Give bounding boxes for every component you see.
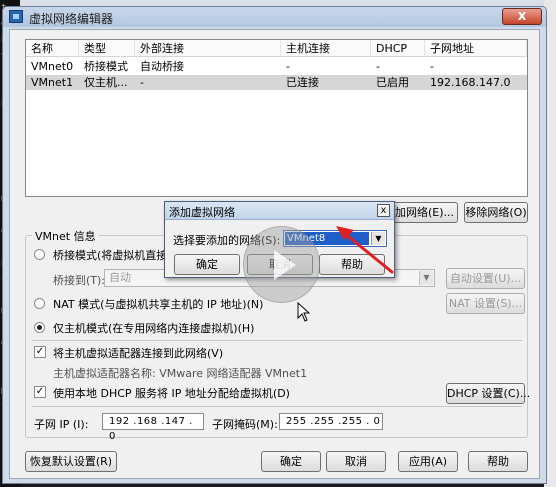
add-network-title: 添加虚拟网络 [169, 206, 235, 219]
cell-subnet: - [430, 60, 434, 73]
bridged-to-value: 自动 [109, 271, 131, 284]
annotation-arrow-icon [336, 226, 394, 274]
window-title: 虚拟网络编辑器 [29, 12, 114, 26]
table-row-selected[interactable]: VMnet1 仅主机... - 已连接 已启用 192.168.147.0 [26, 75, 527, 90]
bridged-mode-radio[interactable] [34, 249, 45, 260]
adapter-name-label: 主机虚拟适配器名称: VMware 网络适配器 VMnet1 [53, 367, 308, 380]
subnet-mask-field[interactable]: 255 .255 .255 . 0 [279, 413, 383, 430]
dhcp-label[interactable]: 使用本地 DHCP 服务将 IP 地址分配给虚拟机(D) [53, 385, 290, 401]
divider [32, 340, 522, 341]
apply-button[interactable]: 应用(A) [398, 451, 458, 472]
dialog-ok-button[interactable]: 确定 [174, 254, 240, 275]
bridged-to-label: 桥接到(T): [53, 274, 106, 287]
cancel-button[interactable]: 取消 [326, 451, 386, 472]
host-only-mode-radio[interactable] [34, 322, 45, 333]
cell-external: 自动桥接 [140, 60, 184, 73]
cell-external: - [140, 76, 144, 89]
dhcp-settings-button[interactable]: DHCP 设置(C)... [446, 383, 530, 404]
cell-type: 桥接模式 [84, 60, 128, 73]
network-list[interactable]: 名称 类型 外部连接 主机连接 DHCP 子网地址 VMnet0 桥接模式 自动… [25, 39, 528, 197]
add-network-title-bar[interactable]: 添加虚拟网络 x [165, 202, 394, 220]
chevron-down-icon: ▼ [419, 271, 433, 285]
ok-button[interactable]: 确定 [261, 451, 321, 472]
cell-name: VMnet1 [31, 76, 74, 89]
remove-network-button[interactable]: 移除网络(O) [464, 202, 528, 223]
connect-adapter-checkbox[interactable]: ✓ [34, 346, 46, 358]
network-list-header: 名称 类型 外部连接 主机连接 DHCP 子网地址 [26, 40, 527, 57]
divider [32, 406, 522, 407]
cell-subnet: 192.168.147.0 [430, 76, 511, 89]
dhcp-checkbox[interactable]: ✓ [34, 386, 46, 398]
auto-settings-button[interactable]: 自动设置(U)... [446, 268, 525, 289]
column-header-subnet[interactable]: 子网地址 [425, 40, 527, 57]
nat-mode-label[interactable]: NAT 模式(与虚拟机共享主机的 IP 地址)(N) [53, 296, 263, 312]
subnet-ip-field[interactable]: 192 .168 .147 . 0 [102, 413, 204, 442]
nat-mode-radio[interactable] [34, 298, 45, 309]
title-bar[interactable]: 虚拟网络编辑器 X [3, 7, 546, 27]
mouse-cursor-icon [297, 302, 311, 322]
help-button[interactable]: 帮助 [468, 451, 528, 472]
column-header-name[interactable]: 名称 [26, 40, 79, 57]
close-button[interactable]: X [502, 8, 542, 25]
cell-name: VMnet0 [31, 60, 74, 73]
column-header-host[interactable]: 主机连接 [281, 40, 371, 57]
close-icon[interactable]: x [377, 204, 390, 217]
host-only-mode-label[interactable]: 仅主机模式(在专用网络内连接虚拟机)(H) [53, 320, 254, 336]
cell-host: - [286, 60, 290, 73]
network-editor-icon [9, 10, 23, 23]
nat-settings-button[interactable]: NAT 设置(S)... [446, 293, 525, 314]
connect-adapter-label[interactable]: 将主机虚拟适配器连接到此网络(V) [53, 345, 223, 361]
subnet-mask-label: 子网掩码(M): [212, 418, 278, 431]
cell-dhcp: - [376, 60, 380, 73]
cell-host: 已连接 [286, 76, 319, 89]
cell-dhcp: 已启用 [376, 76, 409, 89]
column-header-type[interactable]: 类型 [79, 40, 135, 57]
video-play-icon[interactable] [243, 226, 320, 303]
cell-type: 仅主机... [84, 76, 128, 89]
column-header-dhcp[interactable]: DHCP [371, 40, 425, 57]
vmnet-info-legend: VMnet 信息 [32, 228, 99, 244]
subnet-ip-label: 子网 IP (I): [34, 418, 89, 431]
column-header-external[interactable]: 外部连接 [135, 40, 281, 57]
table-row[interactable]: VMnet0 桥接模式 自动桥接 - - - [26, 59, 527, 74]
restore-defaults-button[interactable]: 恢复默认设置(R) [25, 451, 117, 472]
